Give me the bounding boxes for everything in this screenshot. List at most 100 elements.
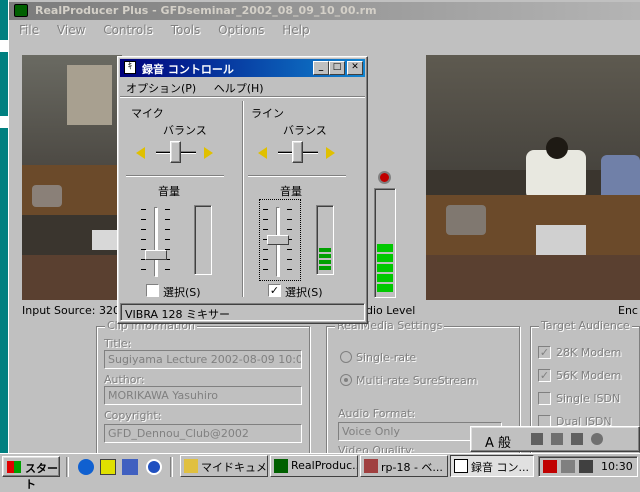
target-28k-label: 28K Modem	[556, 346, 622, 359]
input-video-preview	[22, 55, 122, 300]
title-label: Title:	[104, 337, 132, 350]
mixer-app-icon: ｷ	[124, 61, 136, 74]
mic-column-divider	[242, 101, 244, 297]
menu-help-jp[interactable]: ヘルプ(H)	[214, 82, 264, 95]
line-select-checkbox[interactable]: ✓	[268, 284, 281, 297]
audio-level-meter	[374, 188, 396, 298]
left-edge-button	[0, 116, 8, 128]
ie-icon[interactable]	[78, 459, 94, 475]
audio-level-label: dio Level	[366, 304, 416, 317]
mixer-title: 録音 コントロール	[142, 63, 234, 76]
line-volume-label: 音量	[280, 185, 302, 198]
browser-icon	[364, 459, 378, 473]
mic-volume-thumb[interactable]	[145, 250, 167, 260]
encoded-video-preview	[426, 55, 640, 300]
task-recording-control[interactable]: 録音 コン...	[450, 455, 534, 477]
main-menubar: File View Controls Tools Options Help	[19, 23, 619, 39]
taskbar-divider	[170, 457, 173, 477]
task-my-documents-label: マイドキュメント	[201, 461, 267, 474]
tray-printer-icon[interactable]	[543, 460, 557, 473]
minimize-button[interactable]: _	[313, 61, 329, 75]
mic-balance-thumb[interactable]	[170, 141, 181, 163]
line-balance-label: バランス	[283, 124, 327, 137]
desktop-icon[interactable]	[122, 459, 138, 475]
ime-dict-icon[interactable]	[551, 433, 563, 445]
mic-volume-track	[154, 207, 158, 277]
folder-icon	[184, 459, 198, 473]
window-title: RealProducer Plus - GFDseminar_2002_08_0…	[35, 4, 377, 17]
menu-controls[interactable]: Controls	[103, 23, 153, 37]
menu-file[interactable]: File	[19, 23, 39, 37]
mic-balance-label: バランス	[163, 124, 207, 137]
line-volume-thumb[interactable]	[267, 235, 289, 245]
author-field[interactable]: MORIKAWA Yasuhiro	[104, 386, 302, 405]
maximize-button[interactable]: □	[329, 61, 345, 75]
line-speaker-right-icon	[326, 147, 335, 159]
mic-volume-label: 音量	[158, 185, 180, 198]
copyright-field[interactable]: GFD_Dennou_Club@2002	[104, 424, 302, 443]
enc-label: Enc	[618, 304, 638, 317]
target-single-isdn-label: Single ISDN	[556, 392, 621, 405]
ime-mode-label[interactable]: A 般	[485, 432, 511, 451]
single-rate-label: Single-rate	[356, 351, 417, 364]
menu-tools[interactable]: Tools	[171, 23, 201, 37]
mixer-task-icon	[454, 459, 468, 473]
line-label: ライン	[251, 107, 284, 120]
target-28k-checkbox[interactable]: ✓	[538, 346, 551, 359]
mic-speaker-left-icon	[136, 147, 145, 159]
mixer-statusbar: VIBRA 128 ミキサー	[120, 303, 365, 321]
menu-options-jp[interactable]: オプション(P)	[126, 82, 196, 95]
close-button[interactable]: ✕	[347, 61, 363, 75]
target-audience-title: Target Audience	[539, 319, 632, 332]
multi-rate-label: Multi-rate SureStream	[356, 374, 478, 387]
task-realproducer-label: RealProduc...	[291, 459, 358, 472]
outlook-icon[interactable]	[100, 459, 116, 475]
mic-select-checkbox[interactable]	[146, 284, 159, 297]
mixer-menu-divider	[120, 96, 365, 98]
system-tray: 10:30	[538, 456, 638, 477]
tray-mixer-icon[interactable]	[561, 460, 575, 473]
input-source-label: Input Source: 320 x	[22, 304, 130, 317]
title-field[interactable]: Sugiyama Lecture 2002-08-09 10:00-	[104, 350, 302, 369]
channel-icon[interactable]	[146, 459, 162, 475]
audio-format-label: Audio Format:	[338, 407, 416, 420]
line-divider	[248, 175, 346, 177]
mic-select-label: 選択(S)	[163, 286, 201, 299]
task-my-documents[interactable]: マイドキュメント	[180, 455, 268, 477]
mixer-window: 録音 コントロール ｷ _ □ ✕ オプション(P) ヘルプ(H) マイク バラ…	[117, 56, 368, 324]
ime-help-icon[interactable]	[591, 433, 603, 445]
line-speaker-left-icon	[258, 147, 267, 159]
task-recording-control-label: 録音 コン...	[471, 461, 529, 474]
quicklaunch-divider	[66, 457, 69, 477]
main-titlebar[interactable]: RealProducer Plus - GFDseminar_2002_08_0…	[9, 2, 640, 20]
line-select-label: 選択(S)	[285, 286, 323, 299]
line-level-meter	[316, 205, 334, 275]
start-button[interactable]: スタート	[2, 456, 60, 491]
menu-help[interactable]: Help	[282, 23, 309, 37]
mic-divider	[126, 175, 224, 177]
menu-options[interactable]: Options	[218, 23, 264, 37]
task-realproducer[interactable]: RealProduc...	[270, 455, 358, 477]
clock: 10:30	[601, 460, 633, 473]
multi-rate-radio[interactable]	[340, 374, 352, 386]
tray-volume-icon[interactable]	[579, 460, 593, 473]
ime-tool-icon[interactable]	[571, 433, 583, 445]
mic-speaker-right-icon	[204, 147, 213, 159]
start-label: スタート	[25, 462, 58, 491]
mixer-menubar: オプション(P) ヘルプ(H)	[126, 80, 278, 96]
target-single-isdn-checkbox[interactable]	[538, 392, 551, 405]
ime-pad-icon[interactable]	[531, 433, 543, 445]
single-rate-radio[interactable]	[340, 351, 352, 363]
author-label: Author:	[104, 373, 145, 386]
mixer-status-text: VIBRA 128 ミキサー	[125, 308, 231, 321]
task-rp18[interactable]: rp-18 - ベ...	[360, 455, 448, 477]
mic-label: マイク	[131, 107, 164, 120]
line-balance-thumb[interactable]	[292, 141, 303, 163]
app-icon	[14, 4, 28, 17]
menu-view[interactable]: View	[57, 23, 85, 37]
target-56k-checkbox[interactable]: ✓	[538, 369, 551, 382]
task-rp18-label: rp-18 - ベ...	[381, 461, 443, 474]
mic-level-meter	[194, 205, 212, 275]
ime-toolbar: A 般	[470, 426, 640, 452]
copyright-label: Copyright:	[104, 409, 162, 422]
